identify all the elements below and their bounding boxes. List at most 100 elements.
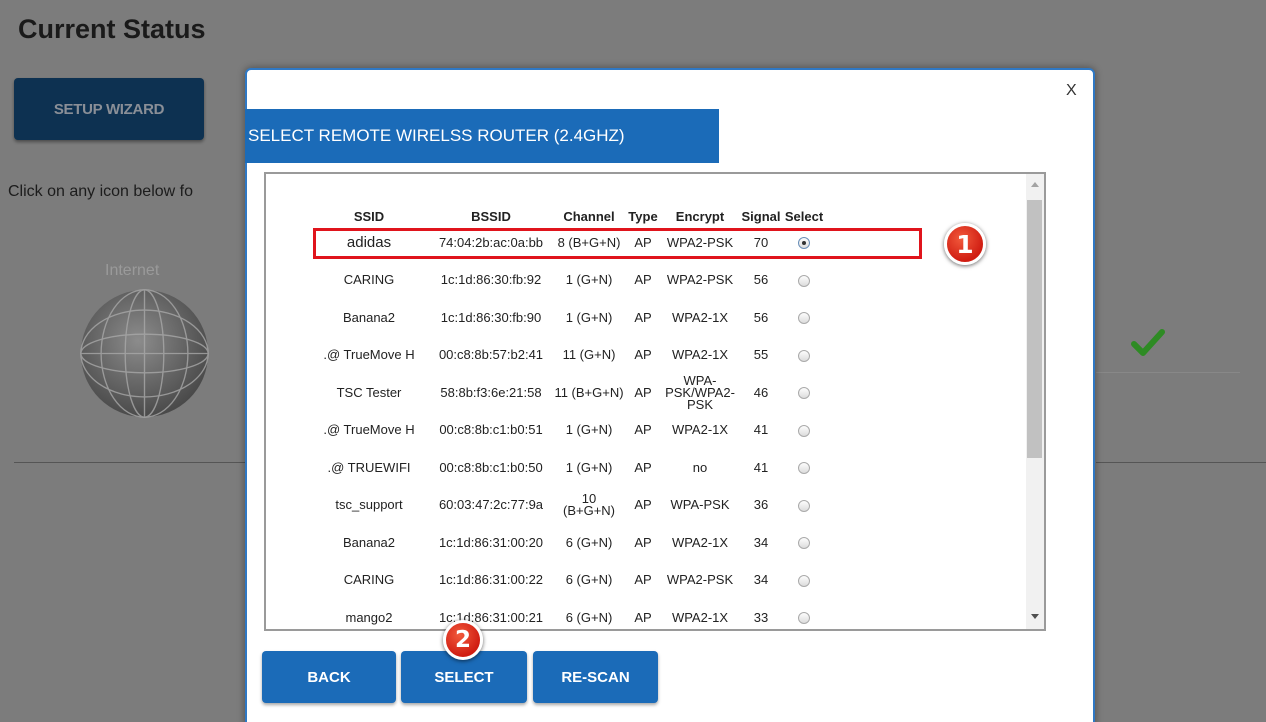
- cell-bssid: 00:c8:8b:57:b2:41: [438, 347, 544, 363]
- scroll-down-icon[interactable]: [1031, 614, 1039, 619]
- cell-type: AP: [634, 347, 652, 363]
- rescan-button[interactable]: RE-SCAN: [533, 651, 658, 703]
- cell-type: AP: [634, 459, 652, 475]
- back-button[interactable]: BACK: [262, 651, 396, 703]
- cell-signal: 33: [753, 609, 769, 625]
- cell-ssid: TSC Tester: [336, 384, 402, 400]
- close-icon[interactable]: X: [1066, 82, 1077, 100]
- cell-channel: 10 (B+G+N): [562, 491, 615, 519]
- table-row[interactable]: CARING 1c:1d:86:31:00:22 6 (G+N) AP WPA2-PSK…: [310, 562, 824, 600]
- cell-type: AP: [634, 384, 652, 400]
- column-header-select: Select: [784, 208, 824, 224]
- cell-signal: 46: [753, 384, 769, 400]
- cell-bssid: 00:c8:8b:c1:b0:51: [439, 422, 543, 438]
- divider-line: [1096, 462, 1266, 463]
- setup-wizard-button[interactable]: SETUP WIZARD: [14, 78, 204, 140]
- cell-channel: 11 (B+G+N): [554, 384, 624, 400]
- globe-icon[interactable]: [76, 286, 213, 421]
- cell-channel: 1 (G+N): [565, 272, 613, 288]
- column-header-encrypt: Encrypt: [675, 208, 725, 224]
- column-header-ssid: SSID: [353, 208, 385, 224]
- cell-select: [784, 337, 824, 375]
- cell-bssid: 00:c8:8b:c1:b0:50: [439, 459, 543, 475]
- cell-signal: 56: [753, 309, 769, 325]
- cell-ssid: Banana2: [342, 534, 396, 550]
- step-2-badge: 2: [443, 620, 483, 660]
- cell-select: [784, 262, 824, 300]
- cell-channel: 6 (G+N): [565, 609, 613, 625]
- page-title: Current Status: [18, 14, 206, 44]
- cell-channel: 1 (G+N): [565, 422, 613, 438]
- status-line: [1096, 372, 1240, 373]
- step-1-badge: 1: [944, 223, 986, 265]
- cell-type: AP: [634, 309, 652, 325]
- cell-encrypt: WPA2-1X: [671, 534, 729, 550]
- cell-select: [784, 524, 824, 562]
- table-row[interactable]: tsc_support 60:03:47:2c:77:9a 10 (B+G+N) AP…: [310, 487, 824, 525]
- cell-select: [784, 299, 824, 337]
- cell-encrypt: WPA2-PSK: [666, 572, 734, 588]
- scroll-thumb[interactable]: [1027, 200, 1042, 458]
- cell-ssid: mango2: [345, 609, 393, 625]
- cell-bssid: 1c:1d:86:30:fb:90: [440, 309, 542, 325]
- cell-channel: 11 (G+N): [562, 347, 616, 363]
- checkmark-icon: [1131, 329, 1165, 356]
- column-header-type: Type: [628, 208, 658, 224]
- cell-channel: 6 (G+N): [565, 534, 613, 550]
- cell-signal: 55: [753, 347, 769, 363]
- cell-type: AP: [634, 609, 652, 625]
- cell-type: AP: [634, 572, 652, 588]
- column-header-channel: Channel: [563, 208, 615, 224]
- cell-select: [784, 599, 824, 629]
- cell-signal: 34: [753, 572, 769, 588]
- scrollbar[interactable]: [1026, 174, 1044, 629]
- select-radio[interactable]: [798, 462, 810, 475]
- scroll-up-icon[interactable]: [1031, 182, 1039, 187]
- cell-bssid: 58:8b:f3:6e:21:58: [440, 384, 542, 400]
- cell-ssid: .@ TrueMove H: [323, 422, 415, 438]
- table-row[interactable]: .@ TRUEWIFI 00:c8:8b:c1:b0:50 1 (G+N) AP no 4…: [310, 449, 824, 487]
- router-table: SSID BSSID Channel Type Encrypt Signal S…: [310, 208, 824, 629]
- cell-type: AP: [634, 272, 652, 288]
- cell-signal: 41: [753, 422, 769, 438]
- cell-bssid: 1c:1d:86:31:00:22: [438, 572, 544, 588]
- select-radio[interactable]: [798, 387, 810, 400]
- table-row[interactable]: CARING 1c:1d:86:30:fb:92 1 (G+N) AP WPA2-PSK…: [310, 262, 824, 300]
- table-header-row: SSID BSSID Channel Type Encrypt Signal S…: [310, 208, 824, 224]
- cell-channel: 1 (G+N): [565, 459, 613, 475]
- cell-encrypt: no: [692, 459, 708, 475]
- cell-select: [784, 374, 824, 412]
- cell-select: [784, 487, 824, 525]
- cell-encrypt: WPA2-1X: [671, 347, 729, 363]
- select-radio[interactable]: [798, 537, 810, 550]
- table-row[interactable]: mango2 1c:1d:86:31:00:21 6 (G+N) AP WPA2-1X 3…: [310, 599, 824, 629]
- select-radio[interactable]: [798, 349, 810, 362]
- table-row[interactable]: Banana2 1c:1d:86:31:00:20 6 (G+N) AP WPA2-1X…: [310, 524, 824, 562]
- cell-bssid: 1c:1d:86:30:fb:92: [440, 272, 542, 288]
- select-radio[interactable]: [798, 612, 810, 625]
- select-radio[interactable]: [798, 274, 810, 287]
- cell-ssid: CARING: [343, 572, 395, 588]
- select-radio[interactable]: [798, 312, 810, 325]
- cell-ssid: tsc_support: [335, 497, 403, 513]
- cell-encrypt: WPA2-1X: [671, 422, 729, 438]
- select-radio[interactable]: [798, 499, 810, 512]
- table-row[interactable]: .@ TrueMove H 00:c8:8b:c1:b0:51 1 (G+N) AP W…: [310, 412, 824, 450]
- column-header-signal: Signal: [741, 208, 781, 224]
- table-row[interactable]: TSC Tester 58:8b:f3:6e:21:58 11 (B+G+N) AP W…: [310, 374, 824, 412]
- cell-encrypt: WPA2-1X: [671, 609, 729, 625]
- select-radio[interactable]: [798, 574, 810, 587]
- cell-type: AP: [634, 497, 652, 513]
- cell-ssid: Banana2: [342, 309, 396, 325]
- table-row[interactable]: Banana2 1c:1d:86:30:fb:90 1 (G+N) AP WPA2-1X…: [310, 299, 824, 337]
- cell-bssid: 1c:1d:86:31:00:20: [438, 534, 544, 550]
- table-row[interactable]: .@ TrueMove H 00:c8:8b:57:b2:41 11 (G+N) AP…: [310, 337, 824, 375]
- cell-channel: 6 (G+N): [565, 572, 613, 588]
- cell-encrypt: WPA-PSK: [670, 497, 730, 513]
- modal-title: SELECT REMOTE WIRELSS ROUTER (2.4GHZ): [245, 109, 719, 163]
- select-radio[interactable]: [798, 424, 810, 437]
- router-table-body: adidas 74:04:2b:ac:0a:bb 8 (B+G+N) AP WPA2-P…: [310, 224, 824, 629]
- cell-signal: 36: [753, 497, 769, 513]
- cell-type: AP: [634, 422, 652, 438]
- divider-line: [14, 462, 245, 463]
